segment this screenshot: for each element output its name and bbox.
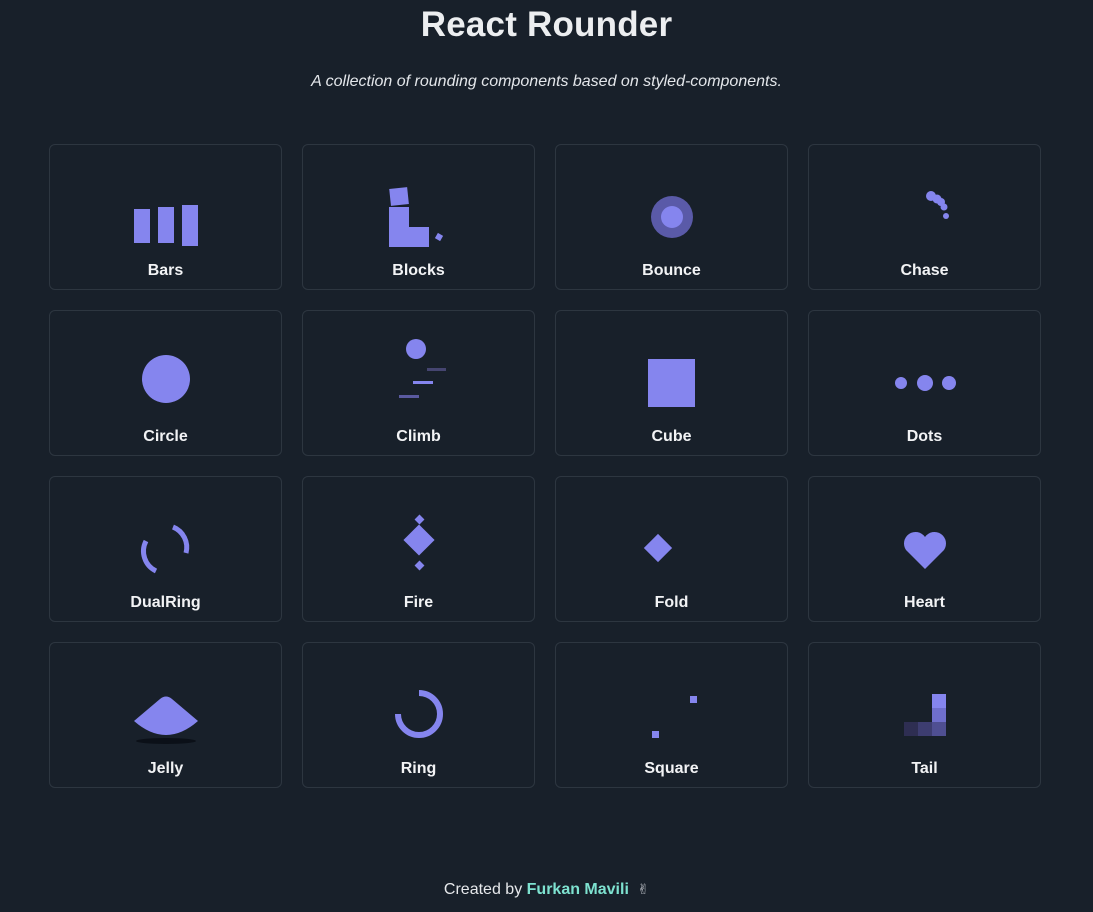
card-label: Climb xyxy=(396,428,441,445)
card-label: Square xyxy=(644,760,699,777)
card-jelly[interactable]: Jelly xyxy=(49,642,282,788)
ring-icon xyxy=(395,690,443,738)
card-climb[interactable]: Climb xyxy=(302,310,535,456)
tail-icon xyxy=(904,694,946,736)
bounce-icon xyxy=(651,196,693,238)
chase-icon xyxy=(926,191,949,219)
author-link[interactable]: Furkan Mavili xyxy=(527,881,629,898)
card-label: Heart xyxy=(904,594,945,611)
dots-icon xyxy=(895,375,956,391)
card-square[interactable]: Square xyxy=(555,642,788,788)
card-label: Bars xyxy=(147,262,184,279)
card-tail[interactable]: Tail xyxy=(808,642,1041,788)
card-label: Tail xyxy=(911,760,938,777)
square-icon xyxy=(652,696,697,738)
card-fire[interactable]: Fire xyxy=(302,476,535,622)
card-label: Dots xyxy=(906,428,943,445)
page-subtitle: A collection of rounding components base… xyxy=(311,73,782,90)
heart-icon xyxy=(903,531,947,569)
card-label: Cube xyxy=(651,428,692,445)
cube-icon xyxy=(648,359,695,407)
card-cube[interactable]: Cube xyxy=(555,310,788,456)
card-bounce[interactable]: Bounce xyxy=(555,144,788,290)
bars-icon xyxy=(134,205,198,246)
card-blocks[interactable]: Blocks xyxy=(302,144,535,290)
footer: Created by Furkan Mavili ✌ xyxy=(0,881,1093,899)
card-ring[interactable]: Ring xyxy=(302,642,535,788)
card-label: Ring xyxy=(400,760,437,777)
dual-ring-icon xyxy=(141,524,190,574)
card-label: Bounce xyxy=(642,262,701,279)
blocks-icon xyxy=(389,187,444,247)
jelly-icon xyxy=(134,696,198,744)
card-label: Blocks xyxy=(392,262,445,279)
card-circle[interactable]: Circle xyxy=(49,310,282,456)
climb-icon xyxy=(399,339,446,398)
peace-icon: ✌ xyxy=(637,881,650,897)
card-fold[interactable]: Fold xyxy=(555,476,788,622)
page-title: React Rounder xyxy=(420,5,673,44)
circle-icon xyxy=(142,355,190,403)
card-label: Fire xyxy=(403,594,434,611)
card-chase[interactable]: Chase xyxy=(808,144,1041,290)
card-label: Chase xyxy=(900,262,949,279)
card-dualring[interactable]: DualRing xyxy=(49,476,282,622)
footer-prefix: Created by xyxy=(443,881,523,898)
card-label: DualRing xyxy=(130,594,201,611)
fire-icon xyxy=(403,514,435,571)
card-label: Fold xyxy=(654,594,689,611)
card-dots[interactable]: Dots xyxy=(808,310,1041,456)
card-label: Circle xyxy=(143,428,188,445)
card-label: Jelly xyxy=(147,760,184,777)
spinner-grid: Bars Blocks Bounce Chase Circle Climb Cu… xyxy=(49,144,1041,788)
page: React Rounder A collection of rounding c… xyxy=(0,0,1093,912)
card-heart[interactable]: Heart xyxy=(808,476,1041,622)
fold-icon xyxy=(643,533,673,563)
card-bars[interactable]: Bars xyxy=(49,144,282,290)
